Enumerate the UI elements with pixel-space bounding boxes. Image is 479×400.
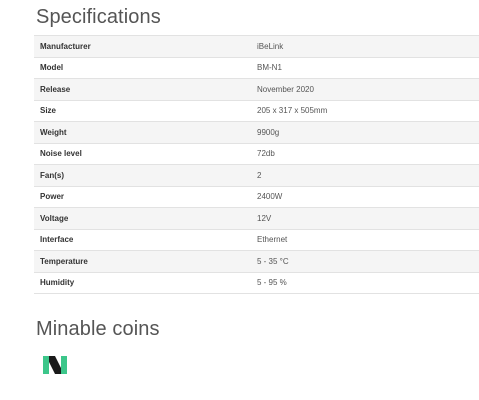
spec-label: Temperature (40, 256, 88, 266)
spec-value: 205 x 317 x 505mm (257, 106, 328, 116)
table-row: Power 2400W (34, 186, 479, 208)
table-row: Fan(s) 2 (34, 164, 479, 186)
spec-label: Voltage (40, 213, 69, 223)
table-row: Voltage 12V (34, 207, 479, 229)
specifications-title: Specifications (36, 6, 161, 28)
spec-value: BM-N1 (257, 63, 282, 73)
spec-value: 2400W (257, 192, 283, 202)
spec-label: Size (40, 106, 57, 116)
table-row: Model BM-N1 (34, 57, 479, 79)
table-row: Size 205 x 317 x 505mm (34, 100, 479, 122)
spec-label: Release (40, 84, 71, 94)
spec-label: Weight (40, 127, 67, 137)
table-row: Weight 9900g (34, 121, 479, 143)
specifications-table: Manufacturer iBeLink Model BM-N1 Release… (34, 35, 479, 294)
spec-value: November 2020 (257, 84, 314, 94)
table-row: Manufacturer iBeLink (34, 35, 479, 57)
table-row: Interface Ethernet (34, 229, 479, 251)
nervos-coin-icon[interactable] (42, 353, 68, 377)
spec-value: iBeLink (257, 41, 284, 51)
spec-label: Fan(s) (40, 170, 64, 180)
spec-label: Interface (40, 235, 74, 245)
spec-value: 5 - 35 °C (257, 256, 289, 266)
spec-value: 5 - 95 % (257, 278, 287, 288)
coin-list (42, 353, 68, 377)
table-row: Humidity 5 - 95 % (34, 272, 479, 294)
spec-label: Manufacturer (40, 41, 91, 51)
minable-coins-title: Minable coins (36, 318, 160, 340)
coin-link-nervos[interactable] (42, 353, 68, 377)
spec-label: Power (40, 192, 65, 202)
table-row: Release November 2020 (34, 78, 479, 100)
spec-value: Ethernet (257, 235, 288, 245)
spec-value: 12V (257, 213, 272, 223)
spec-value: 9900g (257, 127, 280, 137)
spec-label: Noise level (40, 149, 82, 159)
table-row: Noise level 72db (34, 143, 479, 165)
table-row: Temperature 5 - 35 °C (34, 250, 479, 272)
spec-value: 72db (257, 149, 275, 159)
spec-label: Model (40, 63, 64, 73)
spec-label: Humidity (40, 278, 75, 288)
spec-value: 2 (257, 170, 262, 180)
